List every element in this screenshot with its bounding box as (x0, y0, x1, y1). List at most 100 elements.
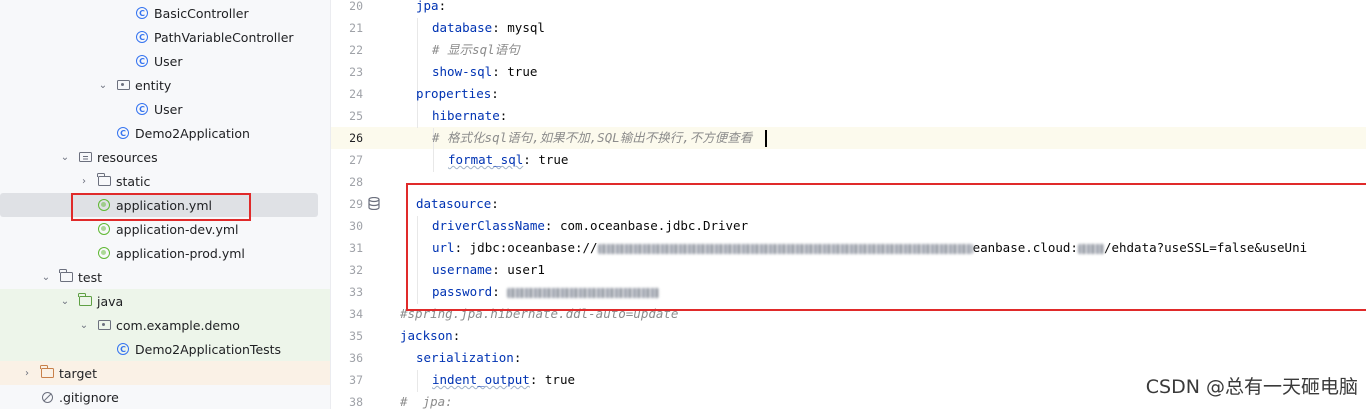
tree-item-pathvariable-controller[interactable]: C PathVariableController (0, 25, 330, 49)
tree-item-label: Demo2ApplicationTests (135, 341, 282, 357)
package-icon (97, 318, 111, 332)
gitignore-icon (40, 390, 54, 404)
tree-item-entity-user[interactable]: C User (0, 97, 330, 121)
class-icon: C (135, 54, 149, 68)
class-icon: C (135, 6, 149, 20)
chevron-right-icon[interactable]: › (78, 175, 90, 187)
code-line: format_sql: true (448, 152, 569, 167)
watermark: CSDN @总有一天砸电脑 (1145, 376, 1358, 398)
tree-item-label: User (154, 53, 183, 69)
tree-item-basic-controller[interactable]: C BasicController (0, 1, 330, 25)
yaml-key: show-sql (432, 64, 493, 79)
tree-item-label: .gitignore (59, 389, 119, 405)
class-icon: C (135, 102, 149, 116)
line-number: 20 (349, 0, 363, 13)
code-line: jpa: (416, 0, 447, 13)
tree-item-resources[interactable]: ⌄ resources (0, 145, 330, 169)
tree-item-label: application-prod.yml (116, 245, 245, 261)
line-number: 28 (349, 175, 363, 189)
yaml-key: hibernate (432, 108, 500, 123)
tree-item-label: PathVariableController (154, 29, 294, 45)
tree-item-java[interactable]: ⌄ java (0, 289, 330, 313)
red-highlight-box (71, 193, 251, 221)
tree-item-label: java (97, 293, 124, 309)
line-number: 29 (349, 197, 363, 211)
indent-guide (417, 18, 418, 128)
package-icon (116, 78, 130, 92)
line-number: 34 (349, 307, 363, 321)
chevron-down-icon[interactable]: ⌄ (40, 271, 52, 283)
code-line: hibernate: (432, 108, 508, 123)
project-tree: C BasicController C PathVariableControll… (0, 0, 331, 409)
tree-item-application-prod-yml[interactable]: application-prod.yml (0, 241, 330, 265)
class-icon: C (135, 30, 149, 44)
yaml-key: properties (416, 86, 492, 101)
tree-item-test[interactable]: ⌄ test (0, 265, 330, 289)
tree-item-gitignore[interactable]: .gitignore (0, 385, 330, 409)
line-number: 24 (349, 87, 363, 101)
resources-folder-icon (78, 150, 92, 164)
tree-item-static[interactable]: › static (0, 169, 330, 193)
tree-item-entity[interactable]: ⌄ entity (0, 73, 330, 97)
tree-item-demo2application-tests[interactable]: C Demo2ApplicationTests (0, 337, 330, 361)
line-number: 30 (349, 219, 363, 233)
code-line: properties: (416, 86, 499, 101)
red-highlight-box (406, 183, 1366, 311)
line-number-current: 26 (349, 131, 363, 145)
line-number: 36 (349, 351, 363, 365)
indent-guide (417, 370, 418, 392)
yaml-value: mysql (507, 20, 545, 35)
line-number: 33 (349, 285, 363, 299)
chevron-down-icon[interactable]: ⌄ (59, 151, 71, 163)
yaml-key: jackson (400, 328, 453, 343)
line-number: 37 (349, 373, 363, 387)
line-number: 21 (349, 21, 363, 35)
tree-item-label: static (116, 173, 151, 189)
tree-item-target[interactable]: › target (0, 361, 330, 385)
code-comment: # 格式化sql语句,如果不加,SQL输出不换行,不方便查看 (432, 130, 753, 145)
code-line: serialization: (416, 350, 522, 365)
code-line: indent_output: true (432, 372, 576, 387)
tree-item-label: User (154, 101, 183, 117)
spring-app-icon: C (116, 126, 130, 140)
code-editor[interactable]: 20 21 22 23 24 25 26 27 28 29 30 31 32 3… (331, 0, 1366, 409)
tree-item-user[interactable]: C User (0, 49, 330, 73)
tree-item-demo2application[interactable]: C Demo2Application (0, 121, 330, 145)
tree-item-label: com.example.demo (116, 317, 240, 333)
line-number: 32 (349, 263, 363, 277)
line-number: 27 (349, 153, 363, 167)
code-comment: # 显示sql语句 (432, 42, 520, 57)
folder-icon (59, 269, 73, 284)
database-icon[interactable] (368, 197, 380, 210)
yaml-key: jpa (416, 0, 439, 13)
folder-icon (97, 173, 111, 188)
spring-test-icon: C (116, 342, 130, 356)
line-number: 38 (349, 395, 363, 409)
text-caret (765, 130, 767, 147)
yaml-icon (97, 246, 111, 260)
yaml-value: true (507, 64, 538, 79)
code-comment: # jpa: (400, 394, 453, 409)
tree-item-label: application-dev.yml (116, 221, 239, 237)
yaml-value: true (544, 372, 576, 387)
tree-item-label: test (78, 269, 103, 285)
code-line: show-sql: true (432, 64, 538, 79)
chevron-right-icon[interactable]: › (21, 367, 33, 379)
chevron-down-icon[interactable]: ⌄ (78, 319, 90, 331)
yaml-key: indent_output (432, 372, 530, 387)
yaml-key: format_sql (448, 152, 524, 167)
tree-item-label: target (59, 365, 98, 381)
yaml-value: true (538, 152, 569, 167)
line-number: 31 (349, 241, 363, 255)
chevron-down-icon[interactable]: ⌄ (97, 79, 109, 91)
yaml-key: database (432, 20, 493, 35)
chevron-down-icon[interactable]: ⌄ (59, 295, 71, 307)
line-number: 25 (349, 109, 363, 123)
code-line: jackson: (400, 328, 461, 343)
line-number: 23 (349, 65, 363, 79)
tree-item-label: Demo2Application (135, 125, 250, 141)
yaml-icon (97, 222, 111, 236)
tree-item-com-example-demo[interactable]: ⌄ com.example.demo (0, 313, 330, 337)
test-folder-icon (78, 293, 92, 308)
tree-item-label: resources (97, 149, 158, 165)
